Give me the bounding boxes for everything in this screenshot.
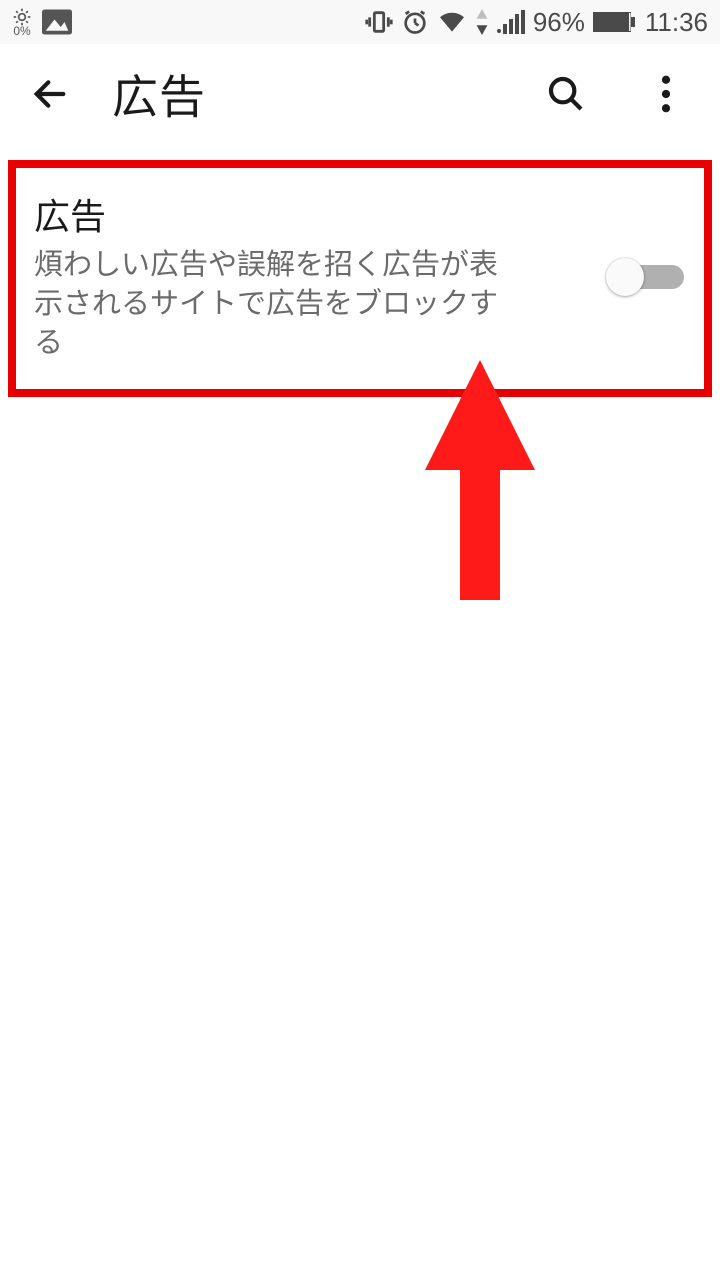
- brightness-percent-label: 0%: [13, 25, 30, 37]
- brightness-icon: 0%: [12, 7, 32, 37]
- clock-label: 11:36: [645, 7, 708, 38]
- status-left: 0%: [12, 7, 357, 37]
- page-title: 広告: [112, 61, 500, 127]
- search-icon: [546, 74, 586, 114]
- search-button[interactable]: [540, 68, 592, 120]
- status-right: 96% 11:36: [365, 7, 708, 38]
- more-vert-icon: [661, 75, 671, 113]
- overflow-menu-button[interactable]: [640, 68, 692, 120]
- app-bar: 広告: [0, 44, 720, 144]
- data-updown-icon: [475, 9, 489, 35]
- battery-percent-label: 96%: [533, 7, 585, 38]
- signal-icon: [497, 10, 525, 34]
- alarm-icon: [401, 8, 429, 36]
- status-bar: 0%: [0, 0, 720, 44]
- image-icon: [42, 9, 72, 35]
- wifi-icon: [437, 10, 467, 34]
- ads-toggle[interactable]: [606, 256, 686, 296]
- ads-setting-text: 広告 煩わしい広告や誤解を招く広告が表示されるサイトで広告をブロックする: [34, 188, 586, 363]
- toggle-thumb: [606, 258, 644, 296]
- battery-icon: [593, 10, 637, 34]
- ads-setting-title: 広告: [34, 188, 586, 240]
- ads-setting-highlight: 広告 煩わしい広告や誤解を招く広告が表示されるサイトで広告をブロックする: [8, 160, 712, 397]
- annotation-arrow: [420, 360, 540, 615]
- ads-setting-description: 煩わしい広告や誤解を招く広告が表示されるサイトで広告をブロックする: [34, 246, 504, 363]
- arrow-up-icon: [420, 360, 540, 610]
- arrow-left-icon: [30, 74, 70, 114]
- vibrate-icon: [365, 8, 393, 36]
- back-button[interactable]: [28, 72, 72, 116]
